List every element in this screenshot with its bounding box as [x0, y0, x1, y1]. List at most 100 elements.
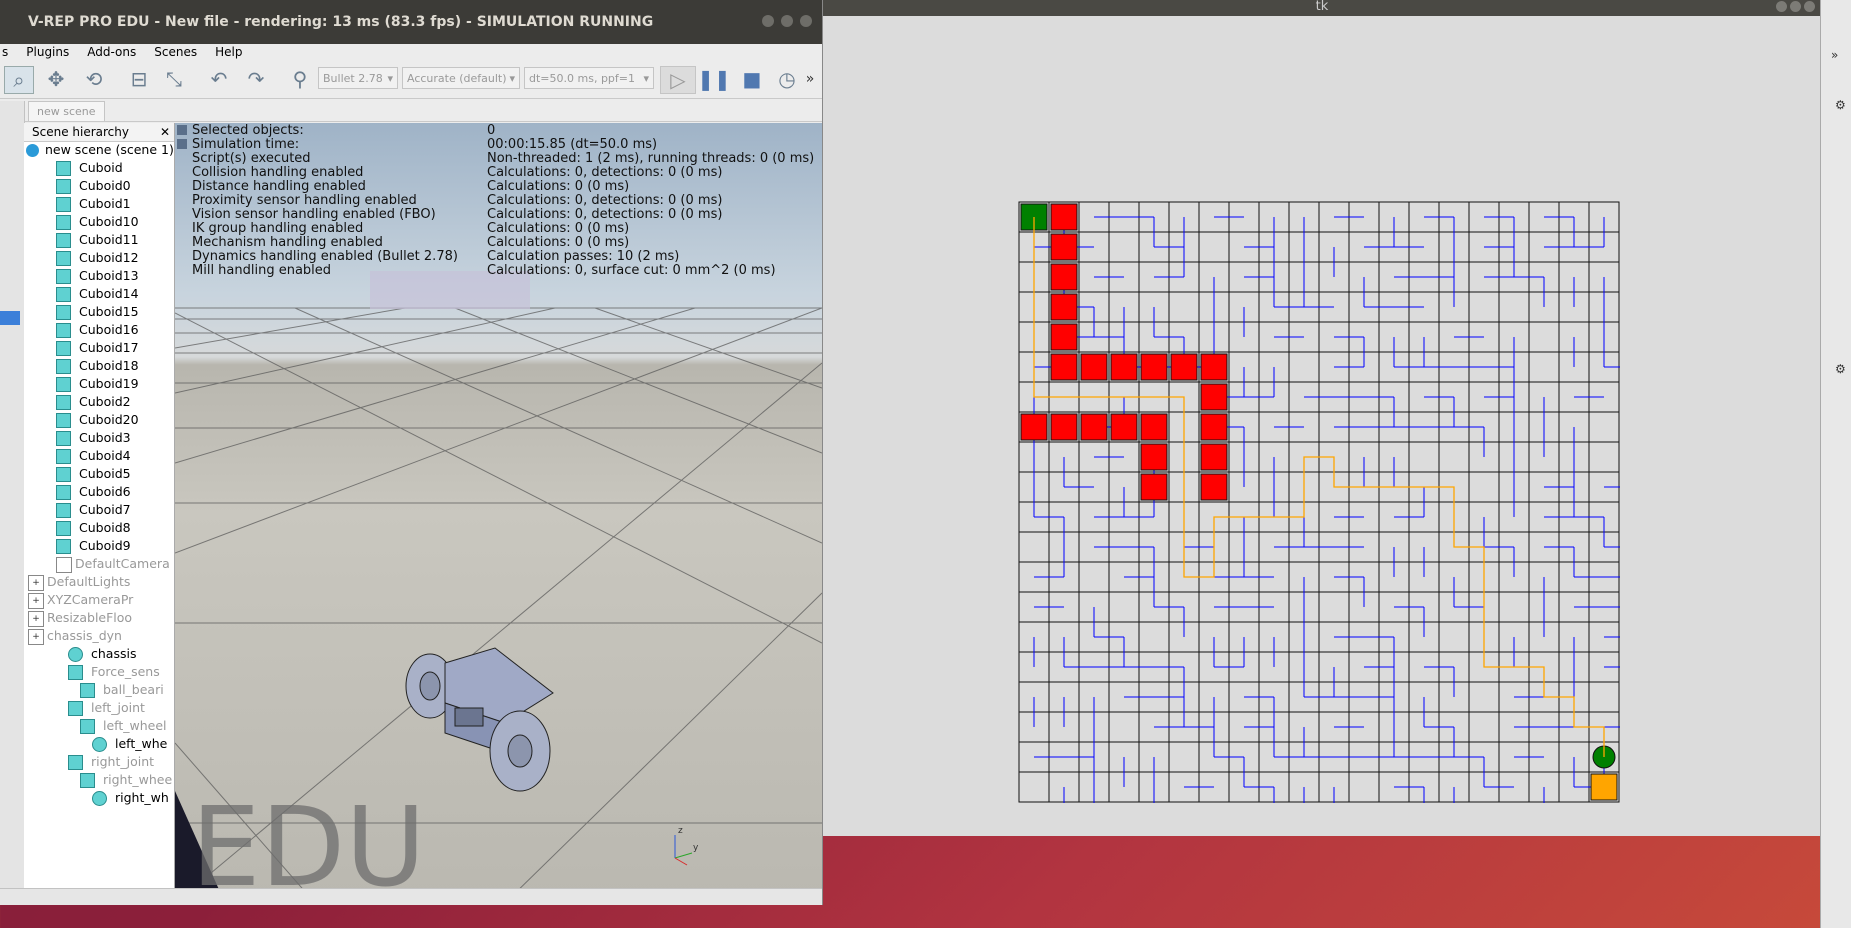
object-icon	[80, 773, 95, 788]
cube-icon	[56, 413, 71, 428]
tree-item[interactable]: Cuboid13	[79, 268, 139, 283]
tab-new-scene[interactable]: new scene	[28, 101, 105, 121]
obstacle-cell	[1200, 353, 1228, 381]
maximize-icon[interactable]	[1790, 1, 1801, 12]
tree-item[interactable]: Cuboid18	[79, 358, 139, 373]
minimize-icon[interactable]	[1776, 1, 1787, 12]
tree-item[interactable]: ball_beari	[103, 682, 164, 697]
dynamics-icon[interactable]: ⚲	[288, 66, 312, 92]
toggle-icon[interactable]	[177, 139, 187, 149]
tree-item[interactable]: Cuboid6	[79, 484, 131, 499]
tree-item[interactable]: Cuboid5	[79, 466, 131, 481]
tree-item[interactable]: Cuboid16	[79, 322, 139, 337]
accuracy-select[interactable]: Accurate (default)	[402, 67, 520, 90]
play-icon[interactable]: ▷	[660, 66, 696, 94]
object-rotate-icon[interactable]: ⟲	[80, 66, 108, 92]
toggle-icon[interactable]	[177, 125, 187, 135]
redo-icon[interactable]: ↷	[242, 66, 270, 92]
hierarchy-title: Scene hierarchy	[32, 125, 129, 139]
menu-item-addons[interactable]: Add-ons	[87, 44, 136, 60]
menu-item-help[interactable]: Help	[215, 44, 242, 60]
tree-item[interactable]: XYZCameraPr	[47, 592, 133, 607]
more-icon[interactable]: »	[803, 66, 817, 92]
info-label: Proximity sensor handling enabled	[192, 193, 417, 208]
tree-item[interactable]: Cuboid15	[79, 304, 139, 319]
tree-item[interactable]: Cuboid8	[79, 520, 131, 535]
assemble-icon[interactable]: ⤡	[160, 66, 188, 92]
obstacle-cell	[1080, 353, 1108, 381]
tree-item[interactable]: left_wheel	[103, 718, 167, 733]
gear-icon[interactable]: ⚙	[1835, 98, 1846, 112]
object-icon	[68, 701, 83, 716]
gear-icon[interactable]: ⚙	[1835, 362, 1846, 376]
engine-select[interactable]: Bullet 2.78	[318, 67, 398, 90]
camera-pan-icon[interactable]: ⌕	[4, 66, 34, 94]
obstacle-cell	[1110, 413, 1138, 441]
tree-root[interactable]: new scene (scene 1)	[45, 142, 174, 157]
tree-item[interactable]: ResizableFloo	[47, 610, 132, 625]
info-label: Simulation time:	[192, 137, 300, 152]
close-icon[interactable]	[800, 15, 812, 27]
tree-item[interactable]: Cuboid	[79, 160, 123, 175]
tree-item[interactable]: Cuboid4	[79, 448, 131, 463]
maze-canvas[interactable]	[1018, 201, 1620, 803]
close-icon[interactable]	[1804, 1, 1815, 12]
cube-icon	[56, 341, 71, 356]
menu-item-scenes[interactable]: Scenes	[154, 44, 197, 60]
timestep-select[interactable]: dt=50.0 ms, ppf=1	[524, 67, 654, 90]
info-value: Calculations: 0, detections: 0 (0 ms)	[487, 165, 723, 180]
tree-item[interactable]: Cuboid19	[79, 376, 139, 391]
info-value: Calculations: 0 (0 ms)	[487, 179, 630, 194]
tree-item[interactable]: right_joint	[91, 754, 154, 769]
tree-item[interactable]: Cuboid9	[79, 538, 131, 553]
pause-icon[interactable]: ❚❚	[697, 66, 731, 92]
more-icon[interactable]: »	[1831, 48, 1838, 62]
tree-item[interactable]: Cuboid10	[79, 214, 139, 229]
minimize-icon[interactable]	[762, 15, 774, 27]
object-shift-icon[interactable]: ⊟	[125, 66, 153, 92]
tree-item[interactable]: Cuboid0	[79, 178, 131, 193]
obstacle-cell	[1050, 293, 1078, 321]
info-value: Calculations: 0, detections: 0 (0 ms)	[487, 193, 723, 208]
menu-item-plugins[interactable]: Plugins	[26, 44, 69, 60]
axis-y-label: y	[693, 843, 699, 853]
tree-item[interactable]: right_wh	[115, 790, 169, 805]
menu-item-simulation[interactable]: s	[2, 44, 8, 60]
tree-item[interactable]: chassis	[91, 646, 136, 661]
tree-item[interactable]: Cuboid14	[79, 286, 139, 301]
tree-item[interactable]: Cuboid1	[79, 196, 131, 211]
cube-icon	[56, 359, 71, 374]
obstacle-cell	[1140, 413, 1168, 441]
obstacle-cell	[1200, 383, 1228, 411]
tree-item[interactable]: left_joint	[91, 700, 145, 715]
tree-item[interactable]: Cuboid12	[79, 250, 139, 265]
info-value: Calculations: 0 (0 ms)	[487, 221, 630, 236]
scene-viewport[interactable]: z y Selected objects: 0 Simulation time: 00…	[175, 123, 822, 903]
tree-item[interactable]: left_whe	[115, 736, 167, 751]
obstacle-cell	[1050, 323, 1078, 351]
info-value: 0	[487, 123, 496, 138]
stop-icon[interactable]: ■	[738, 66, 766, 92]
tree-item[interactable]: right_whee	[103, 772, 172, 787]
cube-icon	[56, 197, 71, 212]
realtime-icon[interactable]: ◷	[773, 66, 801, 92]
tree-item[interactable]: Force_sens	[91, 664, 160, 679]
close-icon[interactable]: ✕	[160, 123, 170, 141]
object-icon	[56, 556, 72, 573]
tree-item[interactable]: Cuboid11	[79, 232, 139, 247]
maximize-icon[interactable]	[781, 15, 793, 27]
tree-item[interactable]: Cuboid2	[79, 394, 131, 409]
cube-icon	[56, 251, 71, 266]
vrep-title-bar: V-REP PRO EDU - New file - rendering: 13…	[0, 0, 822, 44]
tree-item[interactable]: chassis_dyn	[47, 628, 122, 643]
goal-cell	[1590, 773, 1618, 801]
undo-icon[interactable]: ↶	[205, 66, 233, 92]
cube-icon	[56, 449, 71, 464]
tree-item[interactable]: Cuboid17	[79, 340, 139, 355]
tree-item[interactable]: DefaultCamera	[75, 556, 170, 571]
tree-item[interactable]: Cuboid3	[79, 430, 131, 445]
tree-item[interactable]: DefaultLights	[47, 574, 130, 589]
camera-rotate-icon[interactable]: ✥	[42, 66, 70, 92]
tree-item[interactable]: Cuboid7	[79, 502, 131, 517]
tree-item[interactable]: Cuboid20	[79, 412, 139, 427]
